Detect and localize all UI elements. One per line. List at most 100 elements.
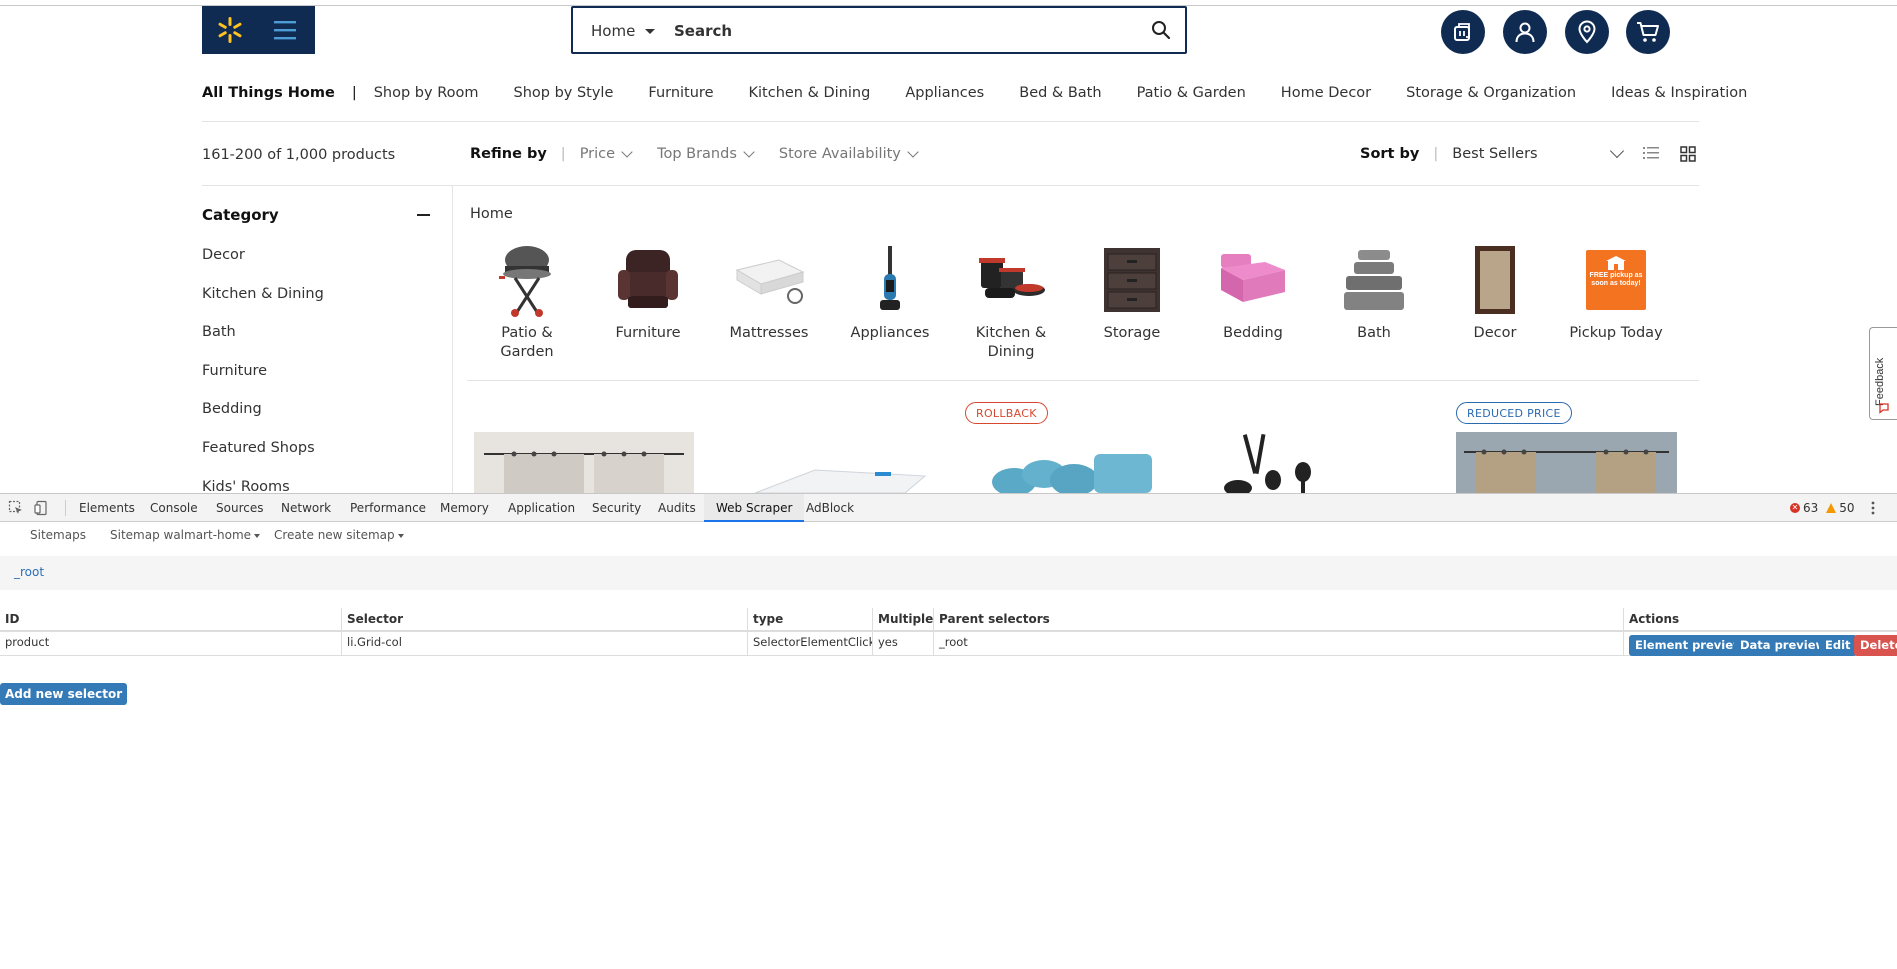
list-view-icon[interactable] — [1643, 146, 1659, 160]
tab-elements[interactable]: Elements — [79, 494, 135, 522]
category-item[interactable]: Kids' Rooms — [202, 479, 324, 493]
more-options-icon[interactable] — [1871, 501, 1875, 515]
tab-adblock[interactable]: AdBlock — [806, 494, 854, 522]
tile-label-line: Patio & — [501, 325, 553, 341]
collapse-icon[interactable] — [417, 214, 430, 216]
subnav-item[interactable]: Shop by Room — [374, 85, 479, 101]
delete-button[interactable]: Delete — [1854, 635, 1897, 656]
recliner-icon — [608, 240, 688, 320]
category-item[interactable]: Bedding — [202, 401, 324, 440]
caret-down-icon[interactable] — [645, 29, 655, 34]
add-new-selector-button[interactable]: Add new selector — [0, 683, 128, 705]
filter-price[interactable]: Price — [580, 146, 633, 162]
tile-appliances[interactable]: Appliances — [830, 240, 950, 343]
subnav-item[interactable]: Shop by Style — [513, 85, 613, 101]
tile-bedding[interactable]: Bedding — [1193, 240, 1313, 343]
menu-icon[interactable] — [274, 20, 296, 40]
category-heading: Category — [202, 206, 279, 224]
cell-id[interactable]: product — [0, 632, 342, 656]
tab-sources[interactable]: Sources — [216, 494, 263, 522]
subnav-item[interactable]: Storage & Organization — [1406, 85, 1576, 101]
tab-performance[interactable]: Performance — [350, 494, 426, 522]
sitemaps-link[interactable]: Sitemaps — [30, 528, 86, 542]
tab-network[interactable]: Network — [281, 494, 331, 522]
category-item[interactable]: Bath — [202, 324, 324, 363]
category-item[interactable]: Featured Shops — [202, 440, 324, 479]
cell-selector: li.Grid-col — [342, 632, 748, 656]
search-input[interactable]: Search — [674, 22, 732, 40]
device-toolbar-icon[interactable] — [34, 500, 50, 516]
edit-button[interactable]: Edit — [1819, 635, 1857, 656]
tile-label-line: Dining — [987, 344, 1035, 360]
tab-application[interactable]: Application — [508, 494, 575, 522]
tile-label-line: Storage — [1103, 325, 1161, 341]
tab-memory[interactable]: Memory — [440, 494, 489, 522]
refine-bar: Refine by | Price Top Brands Store Avail… — [470, 146, 943, 162]
filter-store-availability[interactable]: Store Availability — [779, 146, 919, 162]
tile-decor[interactable]: Decor — [1435, 240, 1555, 343]
col-header-parent: Parent selectors — [934, 608, 1624, 632]
search-bar[interactable]: Home Search — [571, 6, 1187, 54]
col-header-selector: Selector — [342, 608, 748, 632]
tab-console[interactable]: Console — [150, 494, 198, 522]
search-icon[interactable] — [1151, 20, 1171, 40]
data-preview-button[interactable]: Data preview — [1734, 635, 1833, 656]
sort-divider: | — [1433, 146, 1439, 162]
department-select[interactable]: Home — [591, 22, 635, 40]
product-image-curtains[interactable] — [474, 432, 694, 493]
tab-audits[interactable]: Audits — [658, 494, 696, 522]
inspect-element-icon[interactable] — [8, 500, 24, 516]
create-sitemap-menu[interactable]: Create new sitemap — [274, 528, 404, 542]
divider — [202, 185, 1699, 186]
product-image-scale[interactable] — [745, 432, 935, 493]
store-finder-button[interactable] — [1565, 10, 1609, 54]
reorder-button[interactable] — [1441, 10, 1485, 54]
tile-storage[interactable]: Storage — [1072, 240, 1192, 343]
element-preview-button[interactable]: Element preview — [1629, 635, 1750, 656]
subnav-item[interactable]: Furniture — [648, 85, 713, 101]
subnav-item[interactable]: Bed & Bath — [1019, 85, 1101, 101]
subnav-title[interactable]: All Things Home — [202, 85, 335, 101]
breadcrumb-root[interactable]: _root — [14, 565, 44, 579]
subnav-item[interactable]: Home Decor — [1281, 85, 1371, 101]
sort-select[interactable]: Best Sellers — [1452, 146, 1612, 162]
sort-control[interactable]: Sort by | Best Sellers — [1360, 143, 1625, 162]
divider — [202, 121, 1699, 122]
tab-web-scraper[interactable]: Web Scraper — [704, 494, 805, 522]
subnav-item[interactable]: Patio & Garden — [1137, 85, 1246, 101]
breadcrumb[interactable]: Home — [470, 206, 513, 222]
category-item[interactable]: Kitchen & Dining — [202, 286, 324, 325]
category-item[interactable]: Furniture — [202, 363, 324, 402]
product-image-curtains-2[interactable] — [1456, 432, 1677, 493]
tile-mattresses[interactable]: Mattresses — [709, 240, 829, 343]
cell-parent: _root — [934, 632, 1624, 656]
tile-label: Bedding — [1193, 324, 1313, 343]
category-item[interactable]: Decor — [202, 247, 324, 286]
chevron-down-icon[interactable] — [1610, 143, 1625, 159]
rug-icon — [1455, 240, 1535, 320]
tile-furniture[interactable]: Furniture — [588, 240, 708, 343]
account-button[interactable] — [1503, 10, 1547, 54]
grid-view-icon[interactable] — [1680, 146, 1696, 162]
cart-button[interactable] — [1626, 10, 1670, 54]
tile-bath[interactable]: Bath — [1314, 240, 1434, 343]
tab-security[interactable]: Security — [592, 494, 641, 522]
subnav-item[interactable]: Kitchen & Dining — [749, 85, 871, 101]
product-image-towels[interactable] — [984, 432, 1169, 493]
console-issue-counts[interactable]: ✕ 63 50 — [1790, 494, 1855, 522]
tile-kitchen-dining[interactable]: Kitchen & Dining — [951, 240, 1071, 362]
sitemap-menu[interactable]: Sitemap walmart-home — [110, 528, 261, 542]
feedback-tab[interactable]: Feedback — [1869, 327, 1897, 420]
tile-patio-garden[interactable]: Patio & Garden — [467, 240, 587, 362]
product-image-utensils[interactable] — [1218, 432, 1338, 493]
walmart-spark-icon[interactable] — [216, 16, 244, 44]
subnav-divider: | — [351, 85, 357, 101]
feedback-label: Feedback — [1874, 357, 1886, 406]
warning-count: 50 — [1839, 501, 1855, 515]
subnav-item[interactable]: Ideas & Inspiration — [1611, 85, 1747, 101]
header-logo-bar[interactable] — [202, 6, 315, 54]
tile-pickup-today[interactable]: FREE pickup as soon as today! Pickup Tod… — [1556, 240, 1676, 343]
filter-top-brands[interactable]: Top Brands — [657, 146, 755, 162]
subnav-item[interactable]: Appliances — [905, 85, 984, 101]
error-count: 63 — [1803, 501, 1819, 515]
